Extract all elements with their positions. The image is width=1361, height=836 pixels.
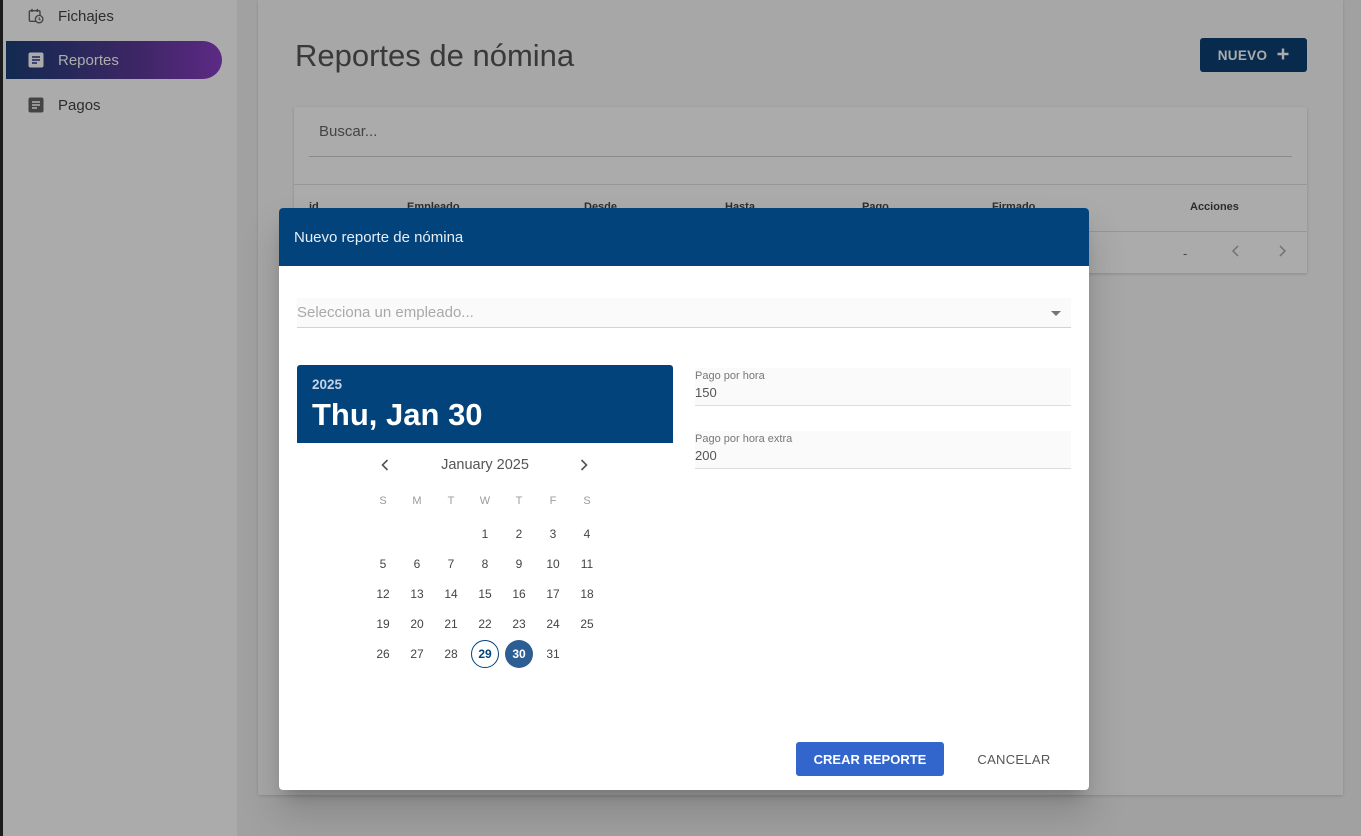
weekday-label: S [379, 495, 387, 507]
calendar-day[interactable]: 14 [434, 579, 468, 609]
calendar-empty-cell [434, 519, 468, 549]
calendar-day[interactable]: 16 [502, 579, 536, 609]
calendar-day[interactable]: 4 [570, 519, 604, 549]
overtime-pay-label: Pago por hora extra [695, 433, 793, 445]
calendar-day[interactable]: 8 [468, 549, 502, 579]
weekday-label: W [479, 495, 491, 507]
employee-select-placeholder: Selecciona un empleado... [297, 304, 474, 321]
overtime-pay-input[interactable] [695, 448, 1071, 463]
calendar-day[interactable]: 12 [366, 579, 400, 609]
calendar-day[interactable]: 22 [468, 609, 502, 639]
employee-select[interactable]: Selecciona un empleado... [297, 298, 1071, 328]
calendar-grid: 1 2 3 4 5 6 7 8 9 10 11 12 13 14 15 16 17 18 19 20 21 22 23 24 2… [366, 519, 604, 669]
calendar-day[interactable]: 31 [536, 639, 570, 669]
calendar-day[interactable]: 23 [502, 609, 536, 639]
new-report-dialog: Nuevo reporte de nómina Selecciona un em… [279, 208, 1089, 790]
dialog-title: Nuevo reporte de nómina [279, 208, 1089, 266]
next-month-icon[interactable] [576, 457, 592, 473]
overtime-pay-field: Pago por hora extra [695, 431, 1071, 469]
calendar-day[interactable]: 27 [400, 639, 434, 669]
cancel-button[interactable]: CANCELAR [963, 742, 1065, 776]
hourly-pay-field: Pago por hora [695, 368, 1071, 406]
calendar-day-today[interactable]: 29 [468, 639, 502, 669]
calendar-day[interactable]: 25 [570, 609, 604, 639]
calendar-day[interactable]: 10 [536, 549, 570, 579]
hourly-pay-label: Pago por hora [695, 370, 765, 382]
calendar-day[interactable]: 19 [366, 609, 400, 639]
calendar-empty-cell [400, 519, 434, 549]
calendar-day[interactable]: 28 [434, 639, 468, 669]
weekday-header: SMTWTFS [366, 495, 604, 511]
dropdown-arrow-icon [1051, 311, 1061, 316]
weekday-label: S [583, 495, 591, 507]
calendar-day[interactable]: 15 [468, 579, 502, 609]
calendar-day[interactable]: 2 [502, 519, 536, 549]
date-picker-selected-date: Thu, Jan 30 [312, 397, 483, 432]
calendar-day[interactable]: 24 [536, 609, 570, 639]
calendar-day[interactable]: 26 [366, 639, 400, 669]
calendar-day[interactable]: 18 [570, 579, 604, 609]
calendar-day[interactable]: 17 [536, 579, 570, 609]
calendar-day[interactable]: 9 [502, 549, 536, 579]
calendar-day[interactable]: 20 [400, 609, 434, 639]
calendar-day[interactable]: 6 [400, 549, 434, 579]
hourly-pay-input[interactable] [695, 385, 1071, 400]
calendar-day[interactable]: 13 [400, 579, 434, 609]
calendar-day-selected[interactable]: 30 [502, 639, 536, 669]
calendar-day[interactable]: 21 [434, 609, 468, 639]
calendar-day[interactable]: 1 [468, 519, 502, 549]
create-report-button[interactable]: CREAR REPORTE [796, 742, 944, 776]
weekday-label: M [412, 495, 422, 507]
calendar-day[interactable]: 3 [536, 519, 570, 549]
month-label: January 2025 [441, 457, 529, 473]
date-picker-year[interactable]: 2025 [312, 377, 342, 392]
weekday-label: T [447, 495, 455, 507]
weekday-label: F [549, 495, 557, 507]
calendar-empty-cell [366, 519, 400, 549]
calendar-day[interactable]: 11 [570, 549, 604, 579]
weekday-label: T [515, 495, 523, 507]
date-picker-header: 2025 Thu, Jan 30 [297, 365, 673, 443]
month-navigation: January 2025 [297, 453, 673, 477]
calendar-day[interactable]: 7 [434, 549, 468, 579]
calendar-day[interactable]: 5 [366, 549, 400, 579]
